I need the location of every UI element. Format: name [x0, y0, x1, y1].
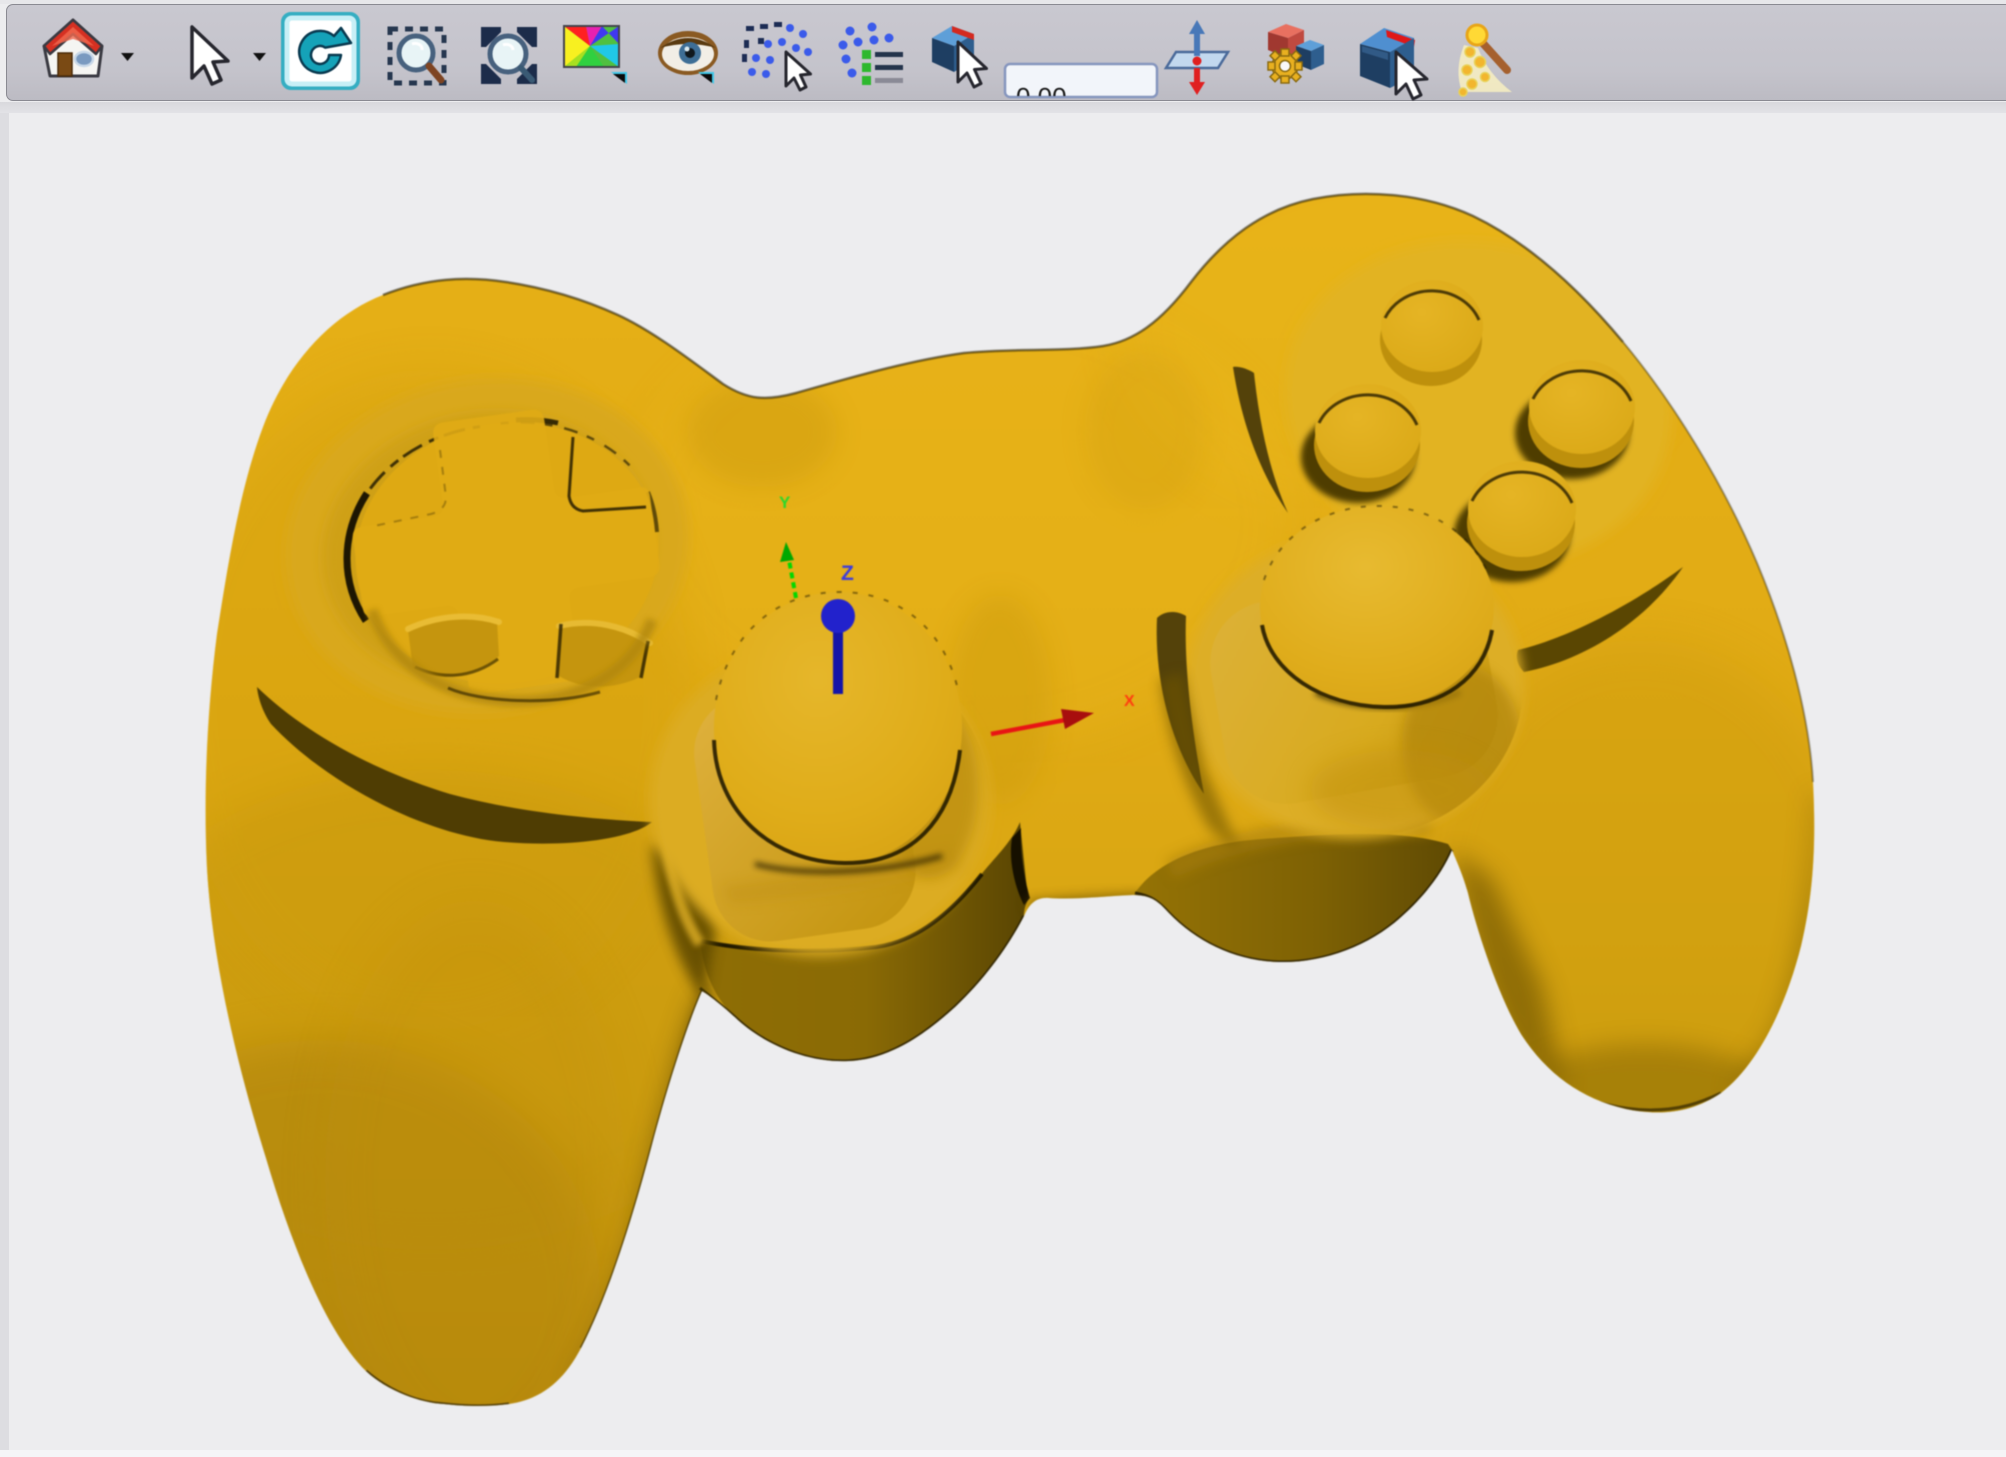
svg-text:X: X — [1124, 693, 1135, 710]
svg-text:Z: Z — [841, 562, 854, 585]
svg-text:0.00: 0.00 — [1016, 82, 1067, 104]
svg-text:Y: Y — [779, 493, 791, 512]
